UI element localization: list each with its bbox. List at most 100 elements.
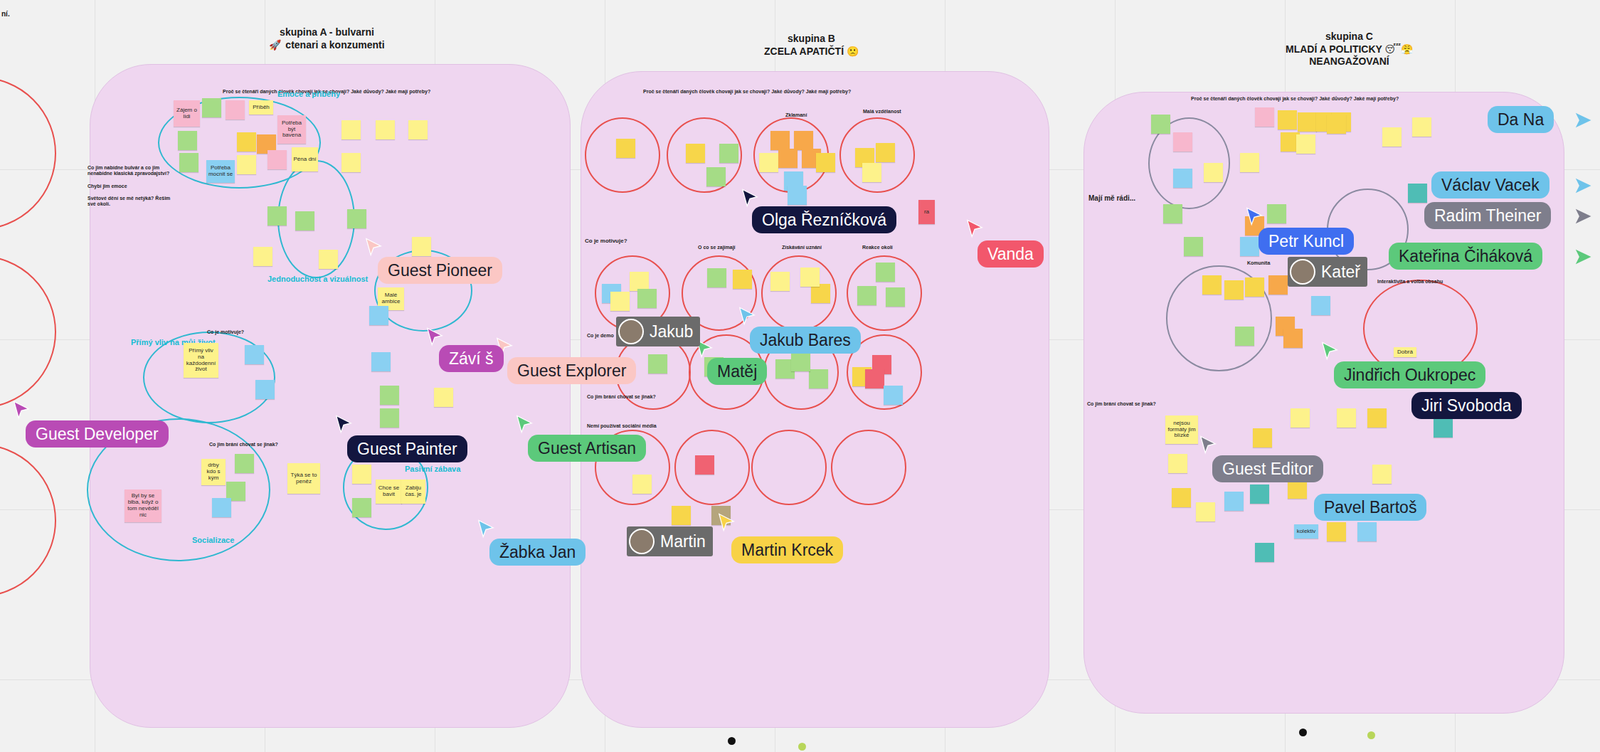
cluster-tag[interactable]: Emoce a příběhy — [277, 89, 341, 99]
sticky-note[interactable] — [234, 453, 254, 474]
sticky-note[interactable]: nejsou formáty jim blízké — [1165, 415, 1199, 444]
section-label[interactable]: Získávání uznání — [781, 244, 822, 251]
section-label[interactable]: Co jim nabídne bulvár a co jim nenabídne… — [87, 165, 182, 178]
section-label[interactable]: Komunita — [1247, 260, 1270, 267]
sticky-note[interactable] — [1412, 117, 1432, 137]
cluster-tag[interactable]: Socializace — [192, 535, 235, 545]
sticky-note[interactable] — [1240, 152, 1260, 173]
sticky-note[interactable] — [347, 209, 367, 229]
group-title[interactable]: skupina BZCELA APATIČTÍ 🙁 — [678, 32, 945, 58]
group-title[interactable]: skupina A - bulvarni🚀ctenari a konzument… — [194, 26, 460, 52]
section-label[interactable]: Proč se čtenáři daných člověk chovají ja… — [1190, 96, 1399, 102]
sticky-note[interactable] — [616, 138, 636, 158]
sticky-note[interactable] — [1268, 275, 1288, 295]
sticky-note[interactable] — [759, 152, 779, 173]
sticky-note[interactable] — [885, 287, 905, 307]
offscreen-arrow-icon[interactable] — [1573, 246, 1593, 267]
sticky-note[interactable]: Péna dní — [291, 147, 319, 172]
sticky-note[interactable] — [1183, 236, 1204, 257]
section-label[interactable]: Reakce okolí — [862, 244, 893, 251]
sticky-note[interactable]: drby kdo s kým — [201, 458, 226, 486]
sticky-note[interactable] — [341, 152, 361, 173]
sticky-note[interactable] — [770, 271, 790, 291]
sticky-note[interactable]: Dobrá — [1393, 347, 1417, 358]
sticky-note[interactable] — [225, 100, 245, 120]
sticky-note[interactable] — [236, 155, 257, 175]
sticky-note[interactable]: Týká se to peněz — [287, 463, 321, 494]
sticky-note[interactable] — [629, 271, 649, 291]
sticky-note[interactable] — [267, 150, 287, 170]
sticky-note[interactable] — [791, 352, 811, 372]
sticky-note[interactable] — [883, 385, 903, 405]
sticky-note[interactable] — [1195, 502, 1216, 522]
sticky-note[interactable] — [695, 455, 715, 475]
sticky-note[interactable] — [875, 142, 895, 163]
sticky-note[interactable] — [177, 130, 198, 151]
cluster-circle[interactable] — [0, 76, 57, 230]
sticky-note[interactable] — [1249, 484, 1270, 504]
sticky-note[interactable] — [1202, 275, 1222, 295]
sticky-note[interactable] — [811, 283, 831, 304]
sticky-note[interactable] — [179, 152, 199, 173]
sticky-note[interactable] — [253, 246, 273, 267]
sticky-note[interactable] — [1367, 408, 1387, 428]
sticky-note[interactable] — [1254, 107, 1275, 127]
sticky-note[interactable] — [1254, 542, 1275, 563]
cluster-tag[interactable]: Jednoduchost a vizuálnost — [267, 274, 368, 284]
section-label[interactable]: Nemí používat sociální média — [586, 423, 657, 429]
section-label[interactable]: Co je motivuje? — [207, 329, 245, 336]
sticky-note[interactable] — [1235, 326, 1255, 346]
sticky-note[interactable] — [1203, 162, 1223, 183]
sticky-note[interactable] — [1326, 114, 1347, 134]
sticky-note[interactable]: Potřeba mocnit se — [206, 160, 235, 183]
cluster-circle[interactable] — [0, 255, 57, 409]
section-label[interactable]: Co jim brání chovat se jinak? — [586, 394, 656, 400]
sticky-note[interactable] — [202, 98, 222, 118]
sticky-note[interactable] — [1297, 112, 1317, 132]
sticky-note[interactable]: Zájem o lidi — [173, 100, 200, 127]
sticky-note[interactable] — [1252, 428, 1273, 448]
board-canvas[interactable]: ní.skupina A - bulvarni🚀ctenari a konzum… — [0, 0, 1600, 752]
sticky-note[interactable] — [1277, 110, 1297, 130]
sticky-note[interactable] — [369, 305, 389, 326]
sticky-note[interactable] — [865, 369, 885, 389]
sticky-note[interactable] — [1173, 132, 1193, 152]
offscreen-arrow-icon[interactable] — [1573, 206, 1593, 227]
sticky-note[interactable] — [1372, 464, 1392, 484]
sticky-note[interactable]: Přímý vliv na každodenní život — [183, 342, 219, 378]
sticky-note[interactable] — [707, 268, 727, 288]
offscreen-arrow-icon[interactable] — [1573, 110, 1593, 131]
sticky-note[interactable] — [610, 291, 630, 311]
sticky-note[interactable] — [1357, 522, 1377, 542]
sticky-note[interactable] — [295, 211, 315, 231]
sticky-note[interactable] — [1240, 236, 1260, 257]
sticky-note[interactable] — [1336, 408, 1356, 428]
sticky-note[interactable] — [770, 130, 790, 151]
sticky-note[interactable] — [632, 474, 652, 494]
sticky-note[interactable] — [732, 269, 752, 289]
sticky-note[interactable] — [637, 288, 657, 309]
sticky-note[interactable] — [1224, 280, 1244, 300]
sticky-note[interactable] — [787, 185, 807, 205]
offscreen-arrow-icon[interactable] — [1573, 175, 1593, 196]
section-label[interactable]: Co jim brání chovat se jinak? — [209, 441, 279, 448]
sticky-note[interactable] — [719, 143, 739, 163]
group-title[interactable]: skupina CMLADÍ A POLITICKY 😴😤NEANGAŽOVAN… — [1216, 30, 1482, 69]
sticky-note[interactable] — [808, 369, 829, 389]
sticky-note[interactable] — [1224, 491, 1244, 511]
sticky-note[interactable] — [1163, 204, 1183, 224]
sticky-note[interactable] — [379, 385, 400, 405]
sticky-note[interactable] — [1173, 168, 1193, 188]
sticky-note[interactable] — [1287, 479, 1307, 499]
cluster-circle[interactable] — [277, 160, 356, 279]
section-label[interactable]: Co jim brání chovat se jinak? — [1087, 401, 1157, 407]
sticky-note[interactable]: ra — [918, 199, 935, 225]
sticky-note[interactable] — [408, 120, 428, 140]
sticky-note[interactable] — [371, 352, 391, 372]
sticky-note[interactable] — [778, 148, 798, 168]
sticky-note[interactable] — [236, 132, 257, 152]
sticky-note[interactable] — [1382, 127, 1402, 147]
cluster-tag[interactable]: Pasivní zábava — [404, 464, 461, 474]
section-label[interactable]: Světové dění se mě netýká? Řešim své oko… — [87, 195, 180, 208]
sticky-note[interactable] — [800, 267, 820, 287]
